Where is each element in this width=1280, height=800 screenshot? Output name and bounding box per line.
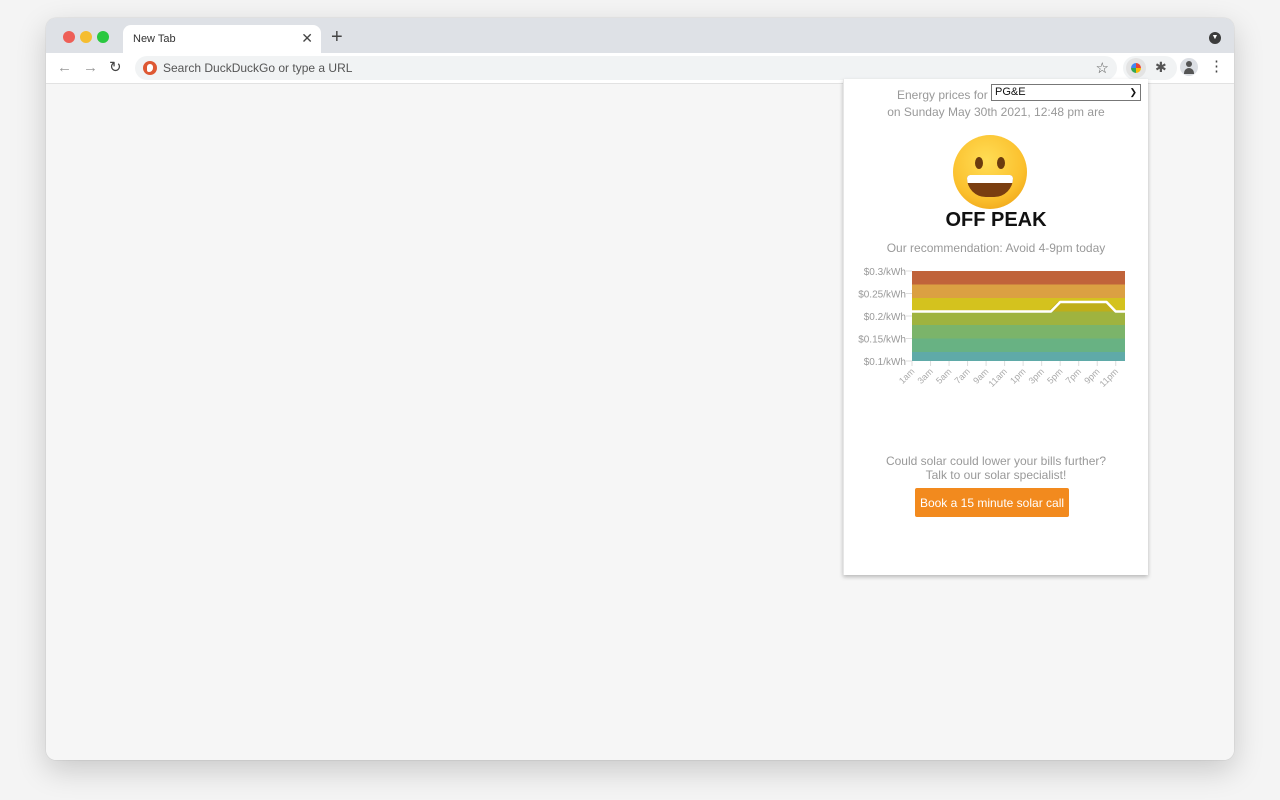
address-bar[interactable]: Search DuckDuckGo or type a URL ☆ xyxy=(135,56,1117,80)
price-band xyxy=(912,284,1125,298)
maximize-window-button[interactable] xyxy=(97,31,109,43)
utility-selected-value: PG&E xyxy=(995,86,1026,98)
minimize-window-button[interactable] xyxy=(80,31,92,43)
peak-status: OFF PEAK xyxy=(945,209,1047,231)
x-tick-label: 11am xyxy=(986,366,1009,389)
menu-dots-icon[interactable]: ⋮ xyxy=(1209,58,1224,76)
tab-title: New Tab xyxy=(133,33,176,45)
extensions-group: ✱ xyxy=(1123,56,1177,80)
address-placeholder: Search DuckDuckGo or type a URL xyxy=(163,61,353,75)
x-tick-label: 7pm xyxy=(1064,366,1083,385)
x-tick-label: 1am xyxy=(897,366,916,385)
back-arrow-icon[interactable]: ← xyxy=(57,58,72,78)
new-tab-button[interactable]: + xyxy=(331,27,343,47)
x-tick-label: 5pm xyxy=(1045,366,1064,385)
date-line: on Sunday May 30th 2021, 12:48 pm are xyxy=(887,105,1105,119)
price-band xyxy=(912,352,1125,361)
x-tick-label: 5am xyxy=(934,366,953,385)
tab-new-tab[interactable]: New Tab ✕ xyxy=(123,25,321,53)
price-band xyxy=(912,271,1125,285)
energy-prices-label: Energy prices for xyxy=(897,88,988,102)
puzzle-icon[interactable]: ✱ xyxy=(1155,59,1167,76)
y-tick-label: $0.1/kWh xyxy=(864,357,906,368)
duckduckgo-icon xyxy=(143,61,157,75)
profile-avatar-icon[interactable] xyxy=(1180,58,1198,76)
chevron-down-icon: ❯ xyxy=(1129,87,1137,97)
y-tick-label: $0.25/kWh xyxy=(858,290,906,301)
forward-arrow-icon[interactable]: → xyxy=(83,58,98,78)
close-icon[interactable]: ✕ xyxy=(301,30,313,47)
book-solar-call-button[interactable]: Book a 15 minute solar call xyxy=(915,488,1069,517)
y-tick-label: $0.2/kWh xyxy=(864,312,906,323)
utility-select[interactable]: PG&E ❯ xyxy=(991,84,1141,101)
energy-extension-icon[interactable] xyxy=(1126,58,1146,78)
extension-popup: Energy prices for PG&E ❯ on Sunday May 3… xyxy=(843,79,1148,575)
x-tick-label: 3am xyxy=(915,366,934,385)
price-chart: $0.1/kWh $0.15/kWh $0.2/kWh $0.25/kWh $0.3/k… xyxy=(858,267,1125,389)
reload-icon[interactable]: ↻ xyxy=(109,58,122,78)
bookmark-star-icon[interactable]: ☆ xyxy=(1096,59,1109,77)
price-band xyxy=(912,338,1125,352)
y-tick-label: $0.3/kWh xyxy=(864,267,906,278)
grinning-face-icon xyxy=(953,135,1027,209)
x-tick-label: 7am xyxy=(953,366,972,385)
browser-window: New Tab ✕ + ▼ ← → ↻ Search DuckDuckGo or… xyxy=(46,18,1234,760)
tab-search-icon[interactable]: ▼ xyxy=(1209,32,1221,44)
solar-specialist-text: Talk to our solar specialist! xyxy=(925,468,1067,482)
solar-question: Could solar could lower your bills furth… xyxy=(885,454,1107,468)
x-tick-label: 1pm xyxy=(1008,366,1027,385)
x-tick-label: 3pm xyxy=(1027,366,1046,385)
recommendation-text: Our recommendation: Avoid 4-9pm today xyxy=(886,241,1106,255)
close-window-button[interactable] xyxy=(63,31,75,43)
price-band xyxy=(912,325,1125,339)
price-band xyxy=(912,311,1125,325)
x-tick-label: 11pm xyxy=(1098,366,1121,389)
y-tick-label: $0.15/kWh xyxy=(858,335,906,346)
title-bar: New Tab ✕ + ▼ xyxy=(46,18,1234,53)
